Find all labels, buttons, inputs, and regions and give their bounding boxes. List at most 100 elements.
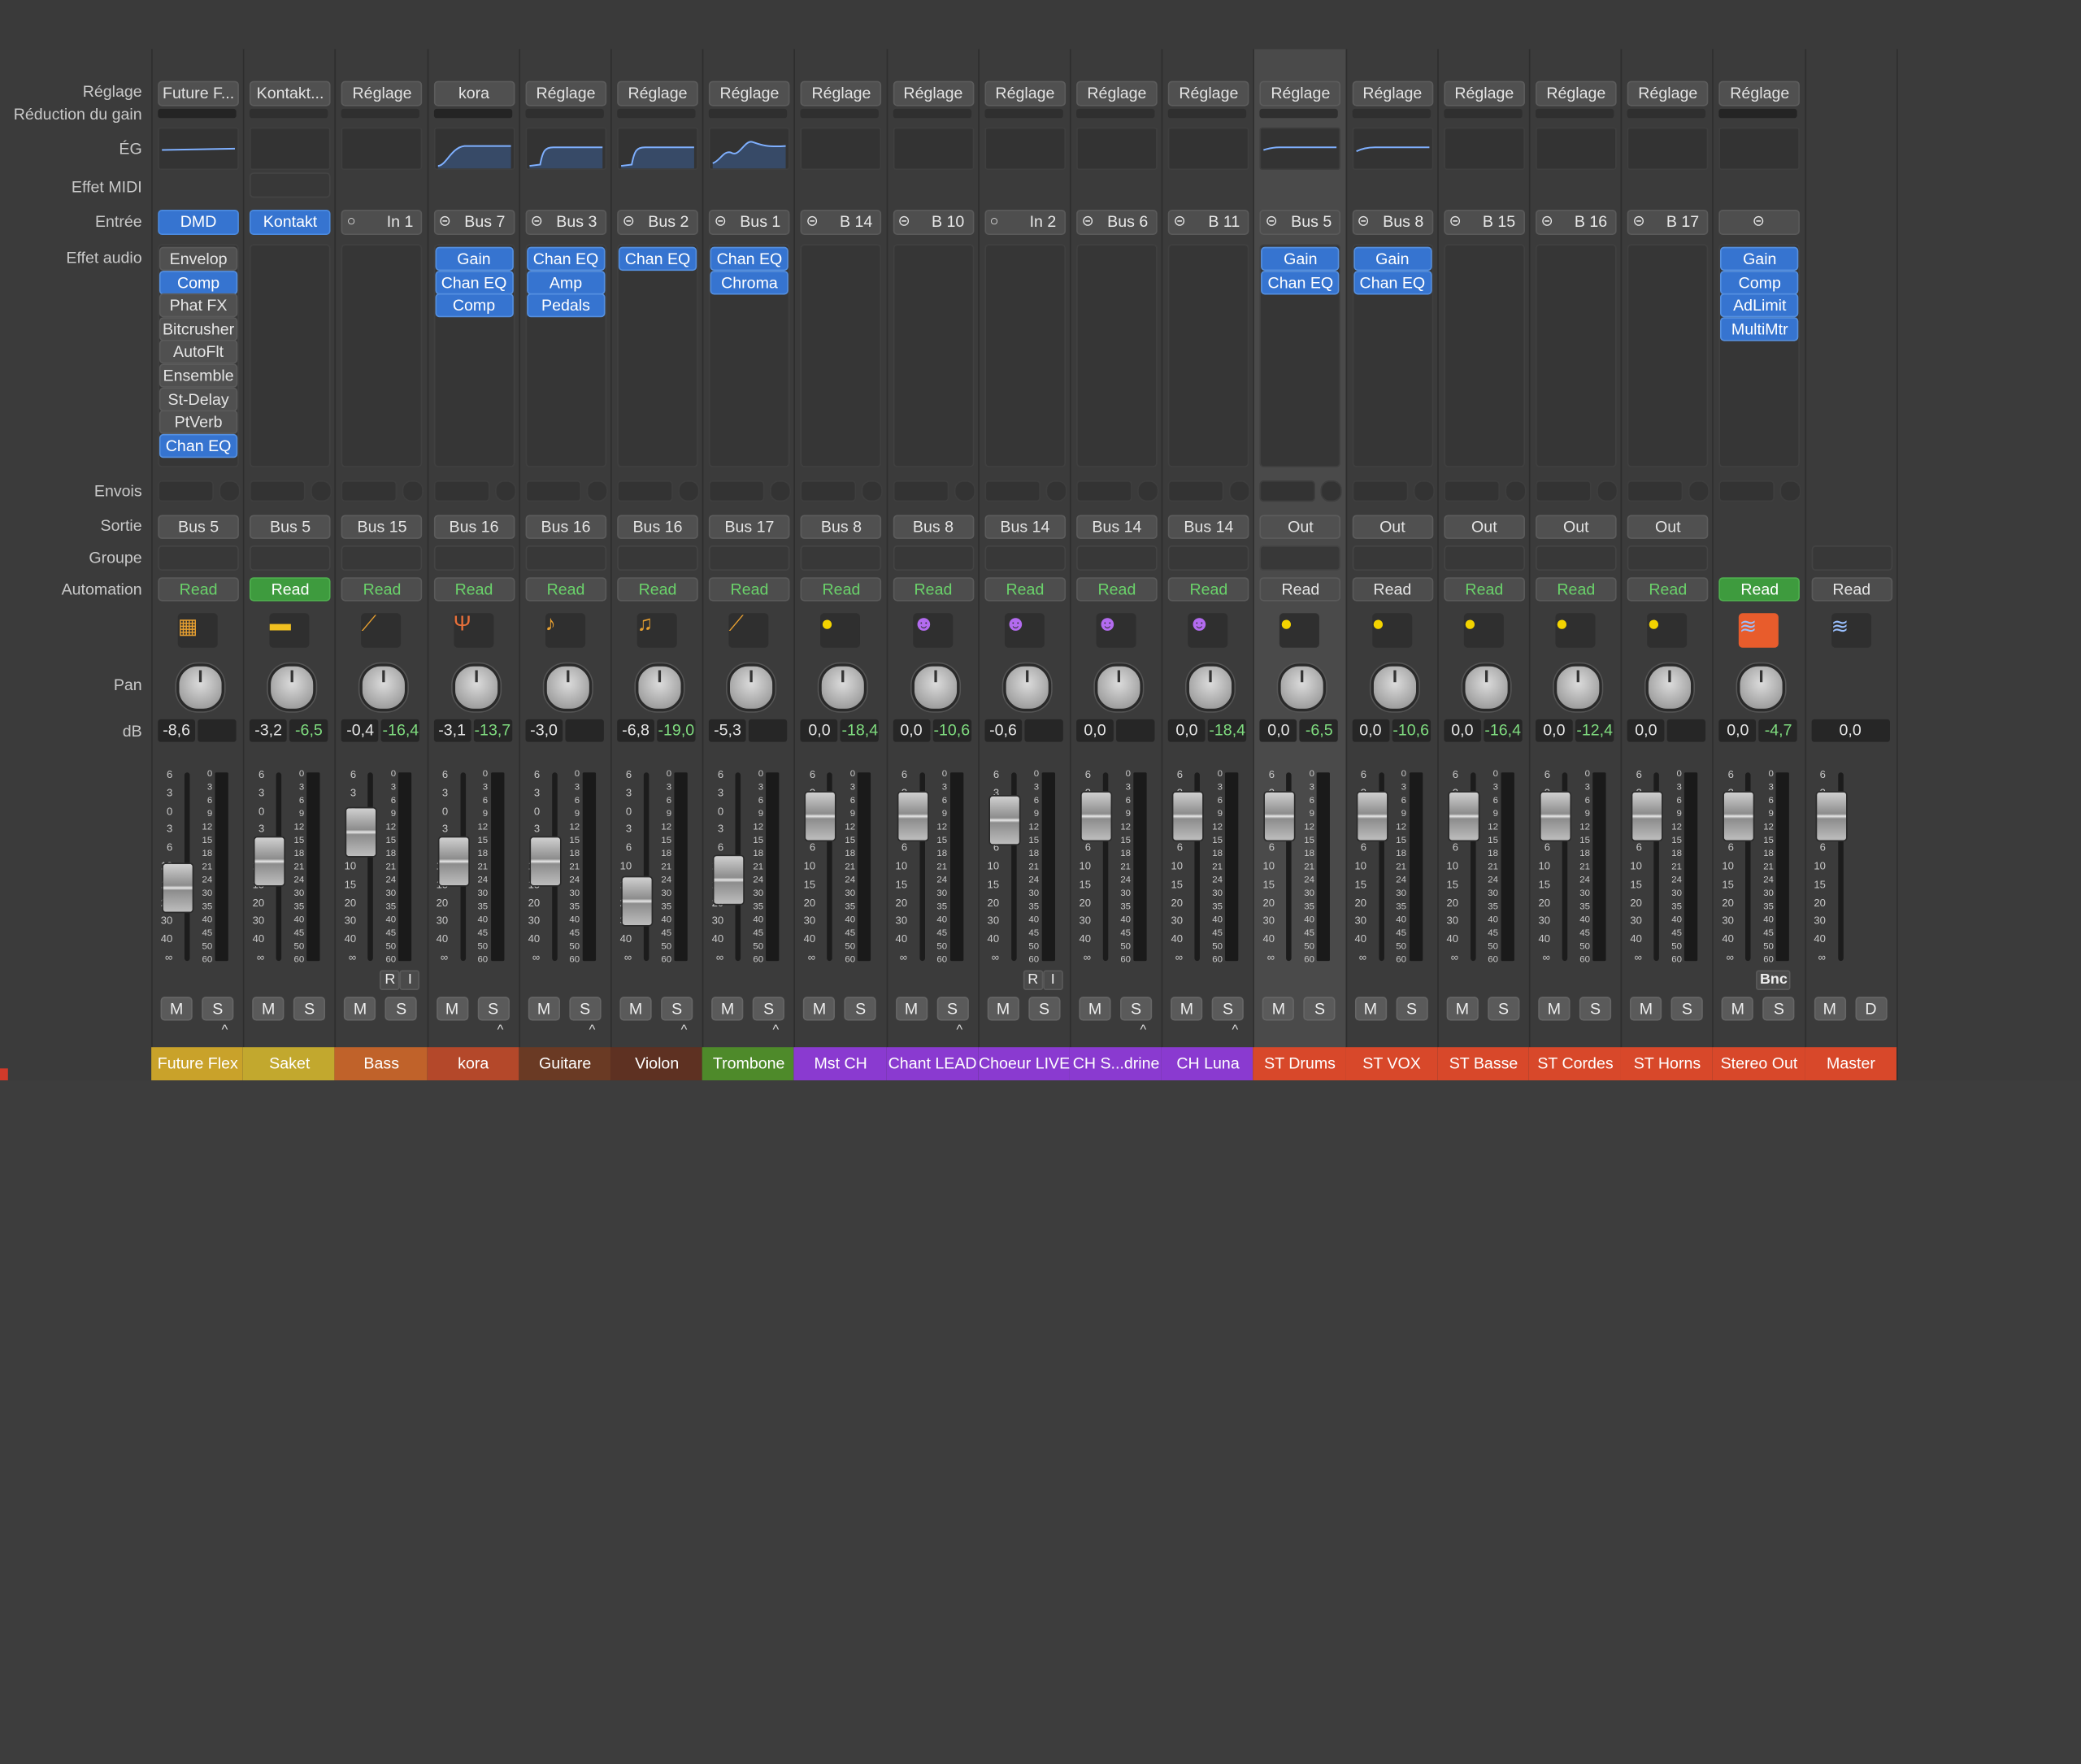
record-enable-button[interactable]: R xyxy=(380,970,401,990)
track-name[interactable]: CH S...drine xyxy=(1069,1047,1163,1081)
volume-value[interactable]: -8,6 xyxy=(158,719,196,742)
send-slot[interactable] xyxy=(617,480,673,502)
volume-value[interactable]: -6,8 xyxy=(617,719,654,742)
solo-button[interactable]: S xyxy=(1579,997,1612,1021)
eq-thumbnail[interactable] xyxy=(341,127,423,170)
automation-mode-button[interactable]: Read xyxy=(709,577,790,602)
group-slot[interactable] xyxy=(984,545,1066,571)
track-icon[interactable]: ● xyxy=(1647,613,1688,648)
send-slot[interactable] xyxy=(1718,480,1775,502)
volume-value[interactable]: 0,0 xyxy=(1444,719,1481,742)
solo-button[interactable]: S xyxy=(1670,997,1704,1021)
pan-knob[interactable] xyxy=(728,663,775,712)
volume-value[interactable]: -0,4 xyxy=(341,719,379,742)
audio-fx-plugin[interactable]: St-Delay xyxy=(159,387,238,411)
track-name[interactable]: Choeur LIVE xyxy=(977,1047,1071,1081)
setting-button[interactable]: Réglage xyxy=(1076,80,1158,106)
setting-button[interactable]: Réglage xyxy=(341,80,423,106)
mute-button[interactable]: M xyxy=(160,997,193,1021)
eq-thumbnail[interactable] xyxy=(525,127,606,170)
automation-mode-button[interactable]: Read xyxy=(1076,577,1158,602)
setting-button[interactable]: Réglage xyxy=(617,80,698,106)
pan-knob[interactable] xyxy=(1278,663,1327,712)
setting-button[interactable]: kora xyxy=(433,80,515,106)
volume-value[interactable]: -0,6 xyxy=(984,719,1022,742)
group-slot[interactable] xyxy=(1810,545,1892,571)
mute-button[interactable]: M xyxy=(1354,997,1387,1021)
track-name[interactable]: Master xyxy=(1804,1047,1898,1081)
bounce-button[interactable]: Bnc xyxy=(1756,970,1792,990)
solo-button[interactable]: S xyxy=(569,997,602,1021)
track-name[interactable]: ST VOX xyxy=(1345,1047,1439,1081)
mute-button[interactable]: M xyxy=(1446,997,1479,1021)
send-slot[interactable] xyxy=(525,480,581,502)
send-slot[interactable] xyxy=(341,480,398,502)
solo-button[interactable]: S xyxy=(1211,997,1245,1021)
volume-fader[interactable] xyxy=(437,836,470,888)
volume-fader[interactable] xyxy=(1814,791,1848,842)
output-button[interactable]: Bus 15 xyxy=(341,515,423,539)
track-name[interactable]: ST Drums xyxy=(1253,1047,1347,1081)
eq-thumbnail[interactable] xyxy=(1260,127,1341,170)
track-name[interactable]: ST Cordes xyxy=(1528,1047,1623,1081)
group-slot[interactable] xyxy=(433,545,515,571)
track-icon[interactable]: Ψ xyxy=(453,613,493,648)
setting-button[interactable]: Réglage xyxy=(1168,80,1249,106)
group-slot[interactable] xyxy=(709,545,790,571)
send-level-knob[interactable] xyxy=(1229,480,1251,502)
setting-button[interactable]: Réglage xyxy=(1260,80,1341,106)
track-icon[interactable]: ● xyxy=(820,613,861,648)
audio-fx-plugin[interactable]: Gain xyxy=(1353,246,1432,272)
send-level-knob[interactable] xyxy=(311,480,332,502)
send-level-knob[interactable] xyxy=(402,480,424,502)
audio-fx-plugin[interactable]: Chan EQ xyxy=(1261,270,1340,294)
track-icon[interactable]: ● xyxy=(1555,613,1596,648)
input-button[interactable]: ⊝ Bus 3 xyxy=(525,209,606,235)
mute-button[interactable]: M xyxy=(252,997,285,1021)
setting-button[interactable]: Réglage xyxy=(801,80,882,106)
volume-value[interactable]: -3,1 xyxy=(433,719,471,742)
volume-value[interactable]: -5,3 xyxy=(709,719,746,742)
send-slot[interactable] xyxy=(893,480,949,502)
send-slot[interactable] xyxy=(1444,480,1500,502)
track-name[interactable]: Trombone xyxy=(702,1047,796,1081)
input-button[interactable]: ⊝ B 10 xyxy=(893,209,974,235)
solo-button[interactable]: S xyxy=(1487,997,1520,1021)
mute-button[interactable]: M xyxy=(1079,997,1111,1021)
audio-fx-plugin[interactable]: Envelop xyxy=(159,246,238,272)
volume-value[interactable]: 0,0 xyxy=(1627,719,1665,742)
audio-fx-plugin[interactable]: Chan EQ xyxy=(434,270,514,294)
chevron-up-icon[interactable]: ^ xyxy=(497,1023,504,1038)
pan-knob[interactable] xyxy=(819,663,867,712)
volume-value[interactable]: -3,2 xyxy=(250,719,287,742)
send-level-knob[interactable] xyxy=(954,480,975,502)
mute-button[interactable]: M xyxy=(1630,997,1662,1021)
solo-button[interactable]: S xyxy=(1119,997,1153,1021)
mute-button[interactable]: M xyxy=(1538,997,1571,1021)
send-level-knob[interactable] xyxy=(1045,480,1067,502)
solo-button[interactable]: S xyxy=(1762,997,1796,1021)
eq-thumbnail[interactable] xyxy=(709,127,790,170)
input-monitor-button[interactable]: I xyxy=(1042,970,1063,990)
output-button[interactable]: Bus 14 xyxy=(1168,515,1249,539)
output-button[interactable]: Out xyxy=(1627,515,1709,539)
output-button[interactable]: Bus 17 xyxy=(709,515,790,539)
send-slot[interactable] xyxy=(1076,480,1132,502)
eq-thumbnail[interactable] xyxy=(1168,127,1249,170)
pan-knob[interactable] xyxy=(911,663,959,712)
volume-value[interactable]: 0,0 xyxy=(1718,719,1757,742)
solo-button[interactable]: S xyxy=(845,997,877,1021)
group-slot[interactable] xyxy=(1352,545,1433,571)
audio-fx-plugin[interactable]: MultiMtr xyxy=(1720,316,1799,341)
track-icon[interactable]: ▦ xyxy=(177,613,218,648)
eq-thumbnail[interactable] xyxy=(801,127,882,170)
pan-knob[interactable] xyxy=(1645,663,1694,712)
volume-fader[interactable] xyxy=(1539,791,1572,842)
input-monitor-button[interactable]: I xyxy=(400,970,420,990)
automation-mode-button[interactable]: Read xyxy=(984,577,1066,602)
send-slot[interactable] xyxy=(158,480,214,502)
dim-button[interactable]: D xyxy=(1854,997,1888,1021)
volume-fader[interactable] xyxy=(1171,791,1205,842)
output-button[interactable]: Out xyxy=(1352,515,1433,539)
automation-mode-button[interactable]: Read xyxy=(1536,577,1617,602)
